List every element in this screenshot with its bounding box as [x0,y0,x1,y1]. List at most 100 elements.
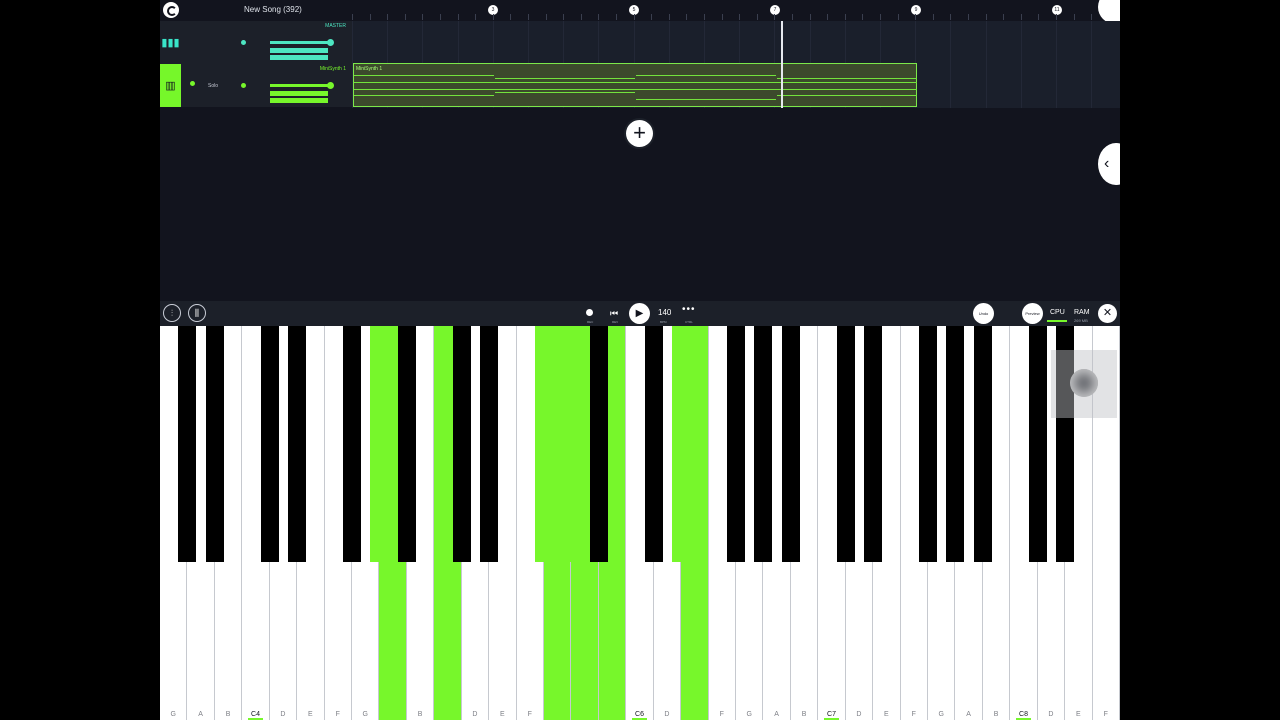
level-meter [270,48,328,53]
app-logo-icon[interactable] [163,2,179,18]
ruler-tick [844,14,846,20]
record-button[interactable] [586,309,593,316]
black-key[interactable] [781,326,800,562]
black-key[interactable] [178,326,197,562]
key-label: C7 [827,711,836,718]
ctrl-label: CTRL [685,320,693,324]
song-title[interactable]: New Song (392) [244,5,302,14]
volume-bar[interactable] [270,41,330,44]
black-key[interactable] [205,326,224,562]
piano-keys-icon[interactable]: ▥ [160,64,181,107]
lane-grid-line [1056,21,1057,108]
key-label: B [417,711,423,718]
cpu-label: CPU [1050,309,1065,316]
ruler-tick [756,14,758,20]
ruler-tick [510,14,512,20]
black-key[interactable] [672,326,691,562]
play-icon: ▶ [635,308,644,319]
mute-dot[interactable] [241,40,246,45]
black-key[interactable] [397,326,416,562]
black-key[interactable] [589,326,608,562]
black-key[interactable] [946,326,965,562]
play-button[interactable]: ▶ [629,303,650,324]
track-minisynth[interactable]: ▥ MiniSynth 1 Solo [160,64,352,108]
black-key[interactable] [727,326,745,562]
ruler-tick [1091,14,1093,20]
key-label: C4 [251,711,260,718]
key-label: G [746,711,752,718]
timeline-ruler[interactable]: 3 5 7 9 11 [352,0,1120,21]
top-bar: New Song (392) 3 5 7 9 11 [160,0,1120,24]
black-key[interactable] [836,326,855,562]
black-key[interactable] [644,326,663,562]
clip-note [636,99,776,100]
key-label: A [198,711,203,718]
key-label: A [774,711,779,718]
more-icon[interactable]: ••• [682,304,696,315]
ruler-tick [774,14,776,20]
black-key[interactable] [1028,326,1047,562]
key-label: D [280,711,286,718]
volume-knob[interactable] [327,82,334,89]
rewind-icon[interactable]: ⏮ [610,308,618,319]
black-key[interactable] [919,326,937,562]
clip-note [495,78,635,79]
black-key[interactable] [288,326,307,562]
track-master[interactable]: ▮▮▮ MASTER [160,21,352,65]
ram-value: 269 MB [1074,318,1088,323]
effects-icon[interactable]: ⫼ [188,304,206,322]
scroll-knob-icon[interactable] [1070,369,1098,397]
key-label: A [966,711,971,718]
ruler-tick [915,14,917,20]
level-meter [270,55,328,60]
clip-name: MiniSynth 1 [356,66,383,72]
lane-grid-line [950,21,952,108]
record-arm-dot[interactable] [241,83,246,88]
bpm-value[interactable]: 140 [658,308,671,317]
black-key[interactable] [864,326,883,562]
volume-knob[interactable] [327,39,334,46]
ruler-tick [950,14,952,20]
black-key[interactable] [370,326,389,562]
ruler-tick [492,14,494,20]
playhead[interactable] [781,21,783,108]
lane-grid-line [985,21,987,108]
ruler-tick [739,14,741,20]
key-label: F [911,711,916,718]
black-key[interactable] [452,326,471,562]
ruler-tick [686,14,688,20]
key-label: D [664,711,670,718]
volume-bar[interactable] [270,84,330,87]
undo-button[interactable]: Undo [973,303,994,324]
side-panel-toggle-button[interactable]: ‹ [1098,143,1120,185]
black-key[interactable] [562,326,581,562]
key-label: E [500,711,505,718]
black-key[interactable] [480,326,499,562]
black-key[interactable] [754,326,773,562]
mute-dot[interactable] [190,81,195,86]
bpm-label: BPM [660,320,667,324]
black-key[interactable] [343,326,361,562]
key-label: D [1048,711,1054,718]
ruler-tick [598,14,600,20]
ruler-marker[interactable]: 11 [1052,5,1062,15]
preview-button[interactable]: Preview [1022,303,1043,324]
black-key[interactable] [535,326,553,562]
ruler-tick [809,14,811,20]
ruler-tick [545,14,547,20]
mixer-bars-icon[interactable]: ▮▮▮ [160,21,181,64]
clip-note [636,75,776,76]
ruler-tick [1003,14,1005,20]
mixer-icon[interactable]: ⫶ [163,304,181,322]
key-label: F [1103,711,1108,718]
midi-clip[interactable]: MiniSynth 1 [353,63,917,107]
add-track-button[interactable]: + [626,120,653,147]
black-key[interactable] [260,326,279,562]
close-button[interactable]: ✕ [1098,304,1117,323]
solo-button[interactable]: Solo [208,83,218,89]
black-key[interactable] [973,326,992,562]
key-label: E [308,711,313,718]
keyboard-scroll-handle[interactable] [1051,350,1117,418]
ruler-tick [827,14,829,20]
piano-keyboard[interactable]: G A B C4 D E F G B D E F C6 D F G A B C7 D E F G A B C8 D E F [160,326,1120,720]
